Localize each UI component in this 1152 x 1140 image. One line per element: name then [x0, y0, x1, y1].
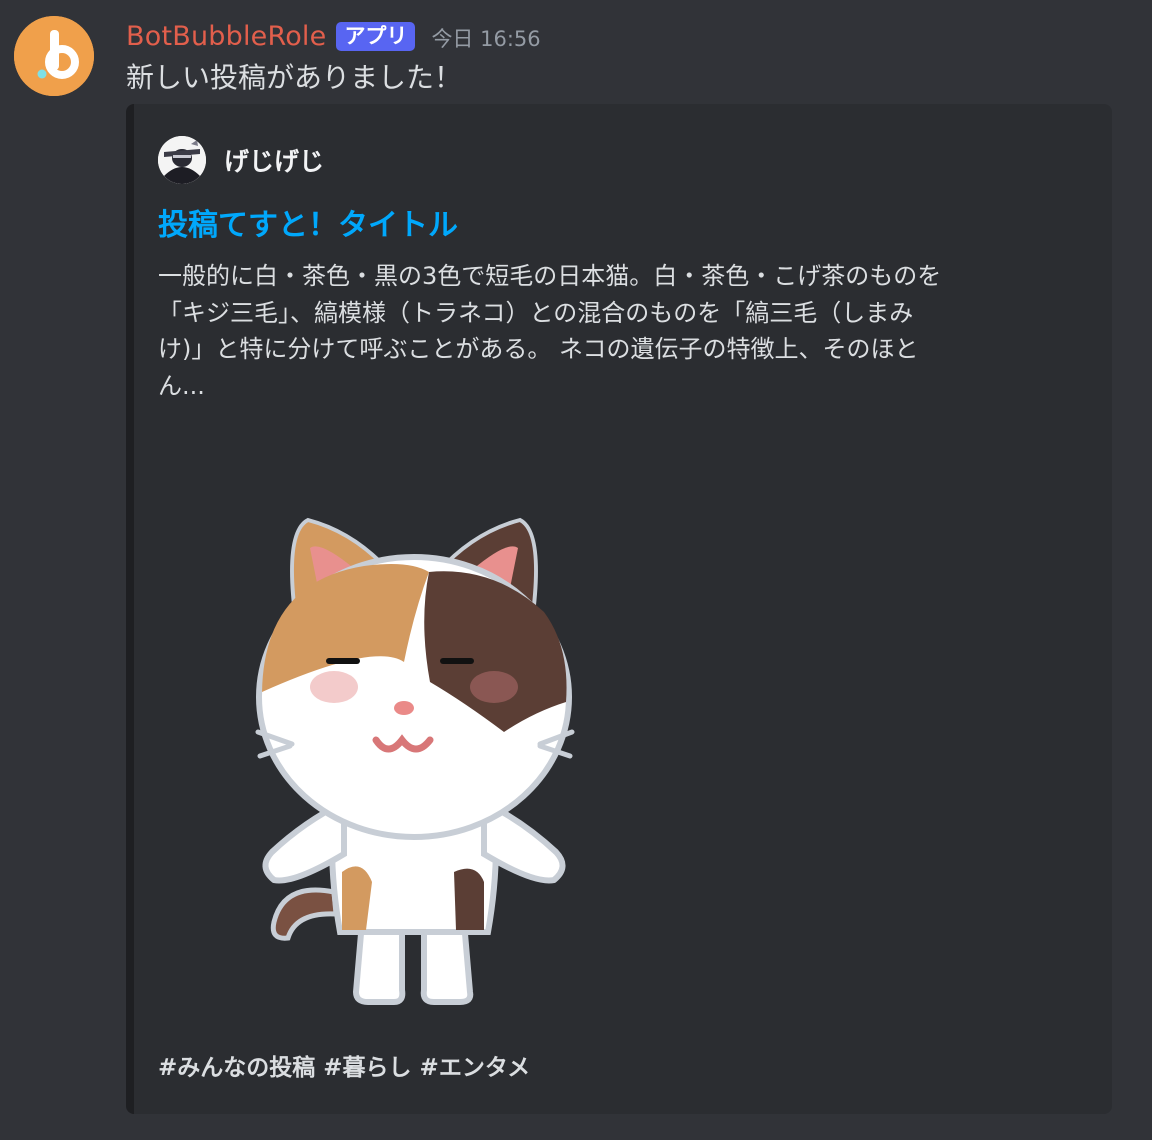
embed-author: げじげじ — [158, 136, 324, 184]
message-content: 新しい投稿がありました！ — [126, 61, 463, 94]
description-line: け)」と特に分けて呼ぶことがある。 ネコの遺伝子の特徴上、そのほと — [158, 335, 919, 363]
username[interactable]: BotBubbleRole — [126, 21, 326, 52]
embed-title-link[interactable]: 投稿てすと！タイトル — [158, 200, 458, 244]
embed-card: げじげじ 投稿てすと！タイトル 一般的に白・茶色・黒の3色で短毛の日本猫。白・茶… — [126, 104, 1112, 1114]
chat-message: BotBubbleRole アプリ 今日 16:56 新しい投稿がありました！ … — [0, 0, 1152, 1140]
bubble-b-logo-icon[interactable] — [14, 16, 94, 96]
description-line: 「キジ三毛」、縞模様（トラネコ）との混合のものを「縞三毛（しまみ — [158, 298, 914, 327]
embed-author-name[interactable]: げじげじ — [224, 142, 324, 178]
embed-description: 一般的に白・茶色・黒の3色で短毛の日本猫。白・茶色・こげ茶のものを 「キジ三毛」… — [158, 258, 1078, 404]
calico-cat-illustration[interactable] — [244, 462, 584, 1022]
message-header: BotBubbleRole アプリ 今日 16:56 — [126, 16, 541, 56]
description-line: ん... — [158, 371, 205, 400]
embed-tags: #みんなの投稿 #暮らし #エンタメ — [158, 1055, 531, 1081]
user-avatar-icon[interactable] — [158, 136, 206, 184]
timestamp[interactable]: 今日 16:56 — [431, 19, 540, 53]
description-line: 一般的に白・茶色・黒の3色で短毛の日本猫。白・茶色・こげ茶のものを — [158, 262, 942, 290]
app-badge: アプリ — [336, 21, 416, 51]
